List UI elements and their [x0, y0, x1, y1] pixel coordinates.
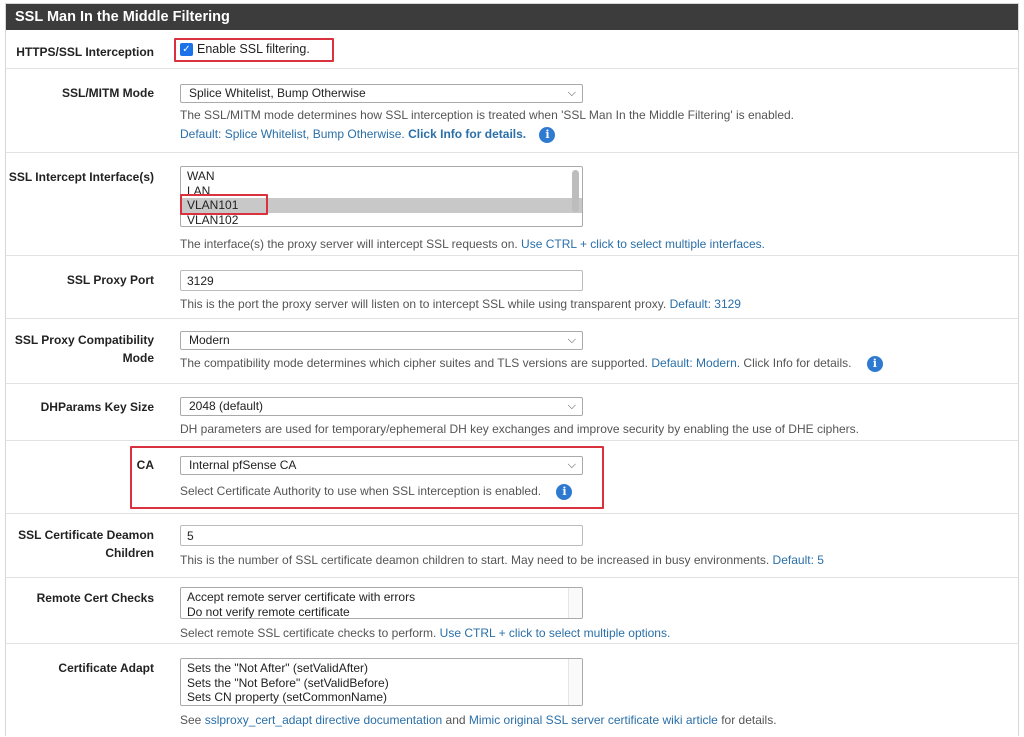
- compatibility-mode-help: The compatibility mode determines which …: [180, 356, 883, 372]
- certificate-adapt-help-and: and: [445, 713, 466, 727]
- cert-adapt-option[interactable]: Sets the "Not Before" (setValidBefore): [181, 676, 582, 691]
- highlight-box: [180, 194, 268, 215]
- remote-cert-checks-help-link[interactable]: Use CTRL + click to select multiple opti…: [440, 626, 671, 640]
- row-ca: CA Internal pfSense CA ⌵ Select Certifica…: [6, 442, 1018, 514]
- row-proxy-port: SSL Proxy Port 3129 This is the port the…: [6, 257, 1018, 319]
- proxy-port-default: Default: 3129: [669, 297, 741, 311]
- panel-title: SSL Man In the Middle Filtering: [6, 4, 1018, 30]
- row-certificate-adapt: Certificate Adapt Sets the "Not After" (…: [6, 645, 1018, 737]
- mitm-default-text: Default: Splice Whitelist, Bump Otherwis…: [180, 127, 405, 142]
- compatibility-mode-help-text: The compatibility mode determines which …: [180, 356, 649, 371]
- row-https-interception: HTTPS/SSL Interception ✓ Enable SSL filte…: [6, 31, 1018, 69]
- remote-cert-checks-listbox[interactable]: Accept remote server certificate with er…: [180, 587, 583, 619]
- highlight-box: [174, 38, 334, 62]
- listbox-scrollbar[interactable]: [572, 170, 579, 212]
- proxy-port-help-text: This is the port the proxy server will l…: [180, 297, 667, 311]
- intercept-interfaces-help-link[interactable]: Use CTRL + click to select multiple inte…: [521, 237, 765, 251]
- info-icon[interactable]: i: [866, 356, 883, 372]
- dhparams-help: DH parameters are used for temporary/eph…: [180, 422, 859, 436]
- row-deamon-children: SSL Certificate Deamon Children 5 This i…: [6, 515, 1018, 578]
- intercept-interfaces-label: SSL Intercept Interface(s): [8, 170, 154, 184]
- deamon-children-default: Default: 5: [772, 553, 824, 567]
- dhparams-value: 2048 (default): [189, 399, 264, 413]
- compatibility-mode-default: Default: Modern.: [651, 356, 741, 371]
- cert-adapt-directive-link[interactable]: sslproxy_cert_adapt directive documentat…: [205, 713, 442, 727]
- row-mitm-mode: SSL/MITM Mode Splice Whitelist, Bump Oth…: [6, 70, 1018, 153]
- compatibility-mode-select[interactable]: Modern ⌵: [180, 331, 583, 350]
- proxy-port-label: SSL Proxy Port: [66, 273, 154, 287]
- row-intercept-interfaces: SSL Intercept Interface(s) WAN LAN VLAN1…: [6, 154, 1018, 256]
- mimic-ssl-wiki-link[interactable]: Mimic original SSL server certificate wi…: [469, 713, 718, 727]
- row-remote-cert-checks: Remote Cert Checks Accept remote server …: [6, 579, 1018, 644]
- remote-cert-checks-label: Remote Cert Checks: [36, 591, 154, 605]
- dhparams-select[interactable]: 2048 (default) ⌵: [180, 397, 583, 416]
- intercept-interfaces-help-text: The interface(s) the proxy server will i…: [180, 237, 518, 251]
- compatibility-info-text: Click Info for details.: [743, 356, 852, 371]
- certificate-adapt-help-suffix: for details.: [721, 713, 777, 727]
- mitm-mode-help: The SSL/MITM mode determines how SSL int…: [180, 108, 794, 122]
- dhparams-label: DHParams Key Size: [40, 400, 154, 414]
- compatibility-mode-label: SSL Proxy Compatibility Mode: [14, 333, 154, 365]
- deamon-children-input[interactable]: 5: [180, 525, 583, 546]
- compatibility-mode-value: Modern: [189, 333, 230, 347]
- remote-cert-checks-help-text: Select remote SSL certificate checks to …: [180, 626, 437, 640]
- info-icon[interactable]: i: [539, 127, 556, 143]
- chevron-down-icon: ⌵: [567, 87, 576, 99]
- deamon-children-label: SSL Certificate Deamon Children: [18, 528, 154, 560]
- cert-adapt-option[interactable]: Sets the "Not After" (setValidAfter): [181, 661, 582, 676]
- chevron-down-icon: ⌵: [567, 334, 576, 346]
- mitm-mode-label: SSL/MITM Mode: [62, 86, 154, 100]
- remote-check-option[interactable]: Do not verify remote certificate: [181, 605, 582, 619]
- mitm-mode-default: Default: Splice Whitelist, Bump Otherwis…: [180, 127, 556, 143]
- listbox-scrollbar[interactable]: [568, 588, 582, 618]
- https-interception-label: HTTPS/SSL Interception: [16, 45, 154, 59]
- row-compatibility-mode: SSL Proxy Compatibility Mode Modern ⌵ The…: [6, 320, 1018, 384]
- chevron-down-icon: ⌵: [567, 400, 576, 412]
- certificate-adapt-label: Certificate Adapt: [58, 661, 154, 675]
- mitm-mode-select[interactable]: Splice Whitelist, Bump Otherwise ⌵: [180, 84, 583, 103]
- certificate-adapt-help: See sslproxy_cert_adapt directive docume…: [180, 713, 777, 727]
- remote-cert-checks-help: Select remote SSL certificate checks to …: [180, 626, 670, 640]
- deamon-children-help: This is the number of SSL certificate de…: [180, 553, 824, 567]
- listbox-scrollbar[interactable]: [568, 659, 582, 705]
- cert-adapt-option[interactable]: Sets CN property (setCommonName): [181, 690, 582, 705]
- proxy-port-input[interactable]: 3129: [180, 270, 583, 291]
- deamon-children-help-text: This is the number of SSL certificate de…: [180, 553, 770, 567]
- proxy-port-help: This is the port the proxy server will l…: [180, 297, 741, 311]
- intercept-interfaces-help: The interface(s) the proxy server will i…: [180, 237, 765, 251]
- remote-check-option[interactable]: Accept remote server certificate with er…: [181, 590, 582, 605]
- certificate-adapt-help-prefix: See: [180, 713, 202, 727]
- row-dhparams: DHParams Key Size 2048 (default) ⌵ DH par…: [6, 385, 1018, 441]
- highlight-box: [130, 446, 604, 509]
- mitm-info-link[interactable]: Click Info for details.: [408, 127, 526, 141]
- interface-option-wan[interactable]: WAN: [181, 169, 582, 184]
- certificate-adapt-listbox[interactable]: Sets the "Not After" (setValidAfter) Set…: [180, 658, 583, 706]
- ssl-mitm-panel: SSL Man In the Middle Filtering HTTPS/SS…: [5, 3, 1019, 736]
- mitm-mode-value: Splice Whitelist, Bump Otherwise: [189, 86, 366, 100]
